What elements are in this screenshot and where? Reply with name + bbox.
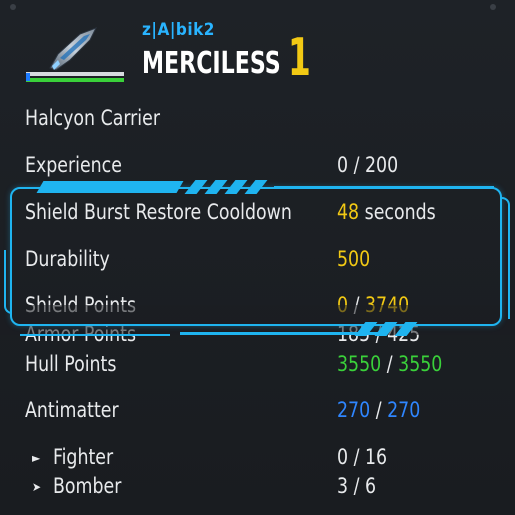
corner-rivet-icon — [10, 4, 16, 10]
experience-label: Experience — [25, 153, 122, 177]
bomber-label: Bomber — [53, 474, 122, 498]
bomber-value: 3 / 6 — [337, 474, 377, 498]
antimatter-current: 270 — [337, 398, 371, 422]
hull-points-value: 3550 / 3550 — [337, 352, 442, 376]
halcyon-carrier-icon — [49, 27, 98, 71]
antimatter-value: 270 / 270 — [337, 398, 420, 422]
player-name: z|A|bik2 — [142, 20, 215, 40]
corner-rivet-icon — [490, 4, 496, 10]
ship-health-bar — [26, 72, 124, 84]
ship-name: Halcyon Carrier — [25, 106, 160, 130]
experience-value: 0 / 200 — [337, 153, 399, 177]
tooltip-panel: z|A|bik2 MERCILESS 1 Halcyon Carrier Exp… — [0, 0, 515, 515]
hull-points-label: Hull Points — [25, 352, 117, 376]
difficulty-label: MERCILESS — [142, 46, 281, 81]
hull-max: 3550 — [398, 352, 443, 376]
bomber-arrow-icon: ➤ — [32, 480, 42, 494]
hull-current: 3550 — [337, 352, 382, 376]
hull-separator: / — [381, 352, 399, 376]
antimatter-max: 270 — [387, 398, 421, 422]
antimatter-separator: / — [370, 398, 388, 422]
antimatter-label: Antimatter — [25, 398, 119, 422]
rank-number: 1 — [288, 28, 311, 88]
fighter-arrow-icon: ► — [32, 451, 41, 465]
fighter-label: Fighter — [53, 445, 114, 469]
fighter-value: 0 / 16 — [337, 445, 388, 469]
